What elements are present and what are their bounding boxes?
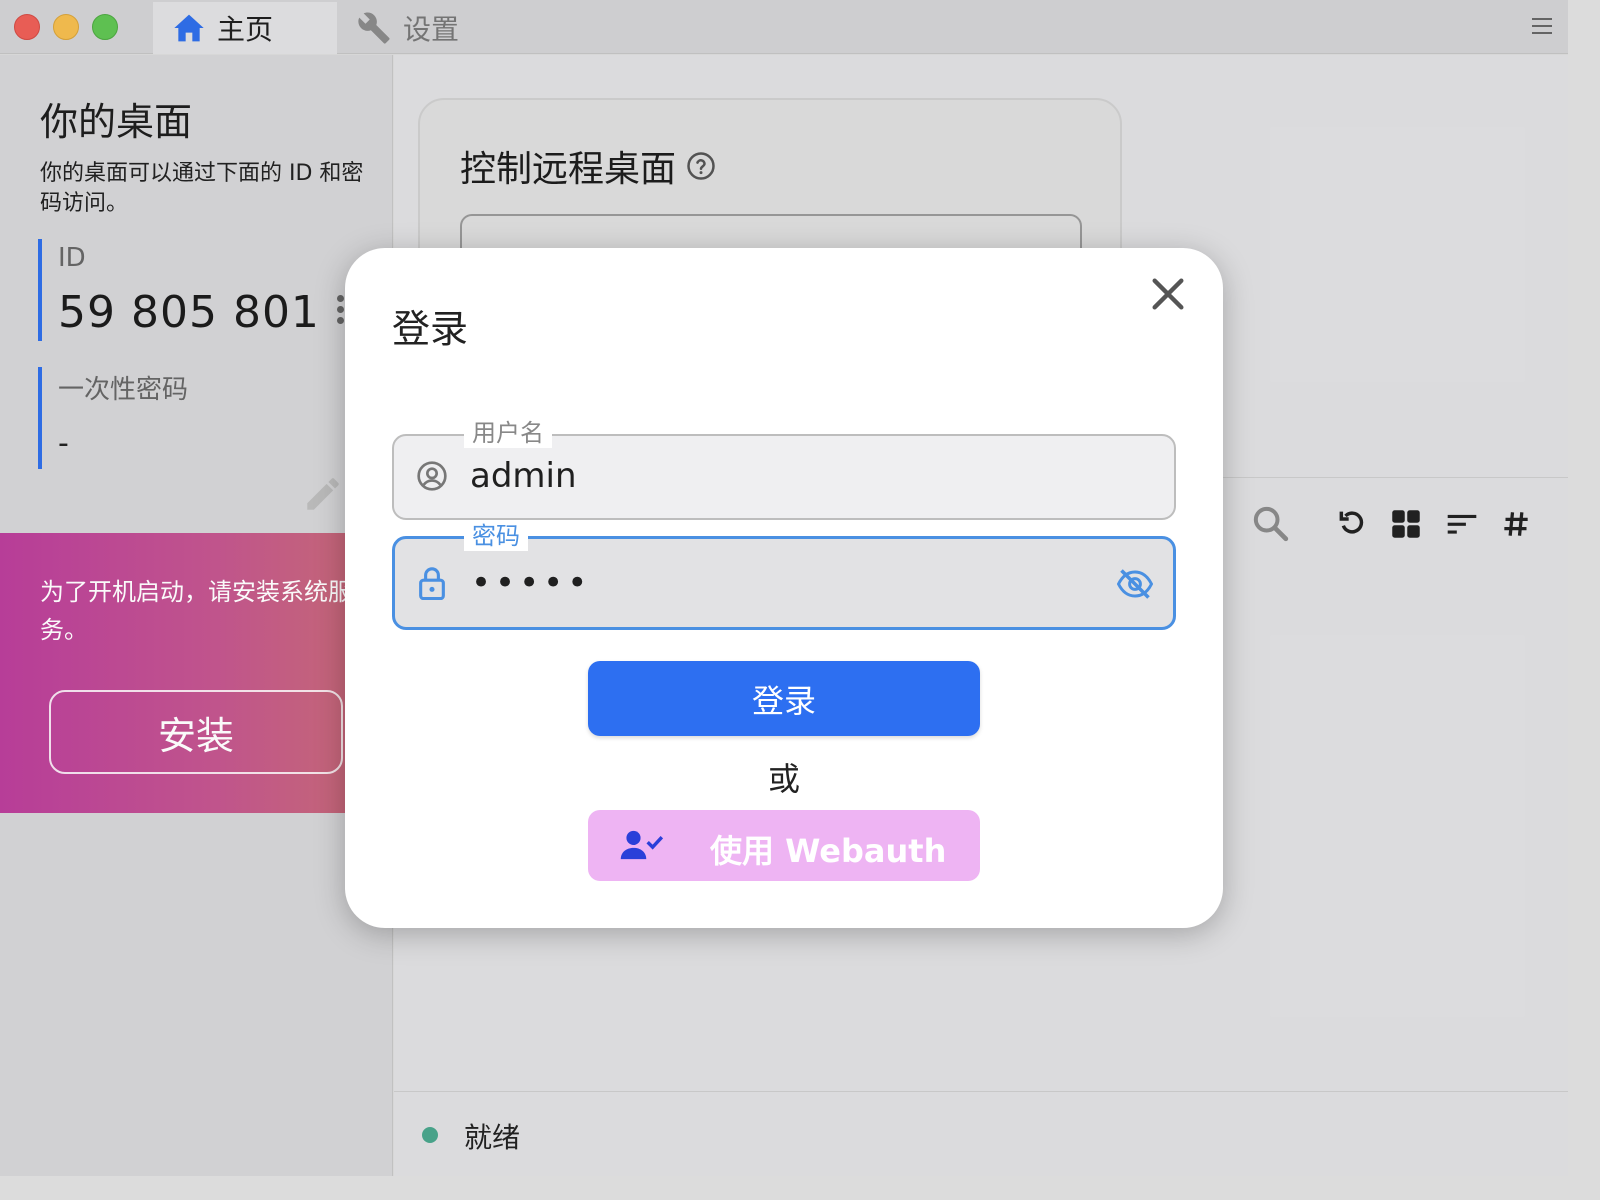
dialog-title: 登录 bbox=[392, 307, 469, 351]
visibility-off-icon[interactable] bbox=[1117, 569, 1153, 599]
password-field[interactable]: 密码 ••••• bbox=[392, 521, 1176, 630]
person-check-icon bbox=[620, 830, 664, 860]
username-value: admin bbox=[470, 456, 577, 496]
password-label: 密码 bbox=[464, 521, 528, 551]
webauth-button-label: 使用 Webauth bbox=[710, 832, 947, 870]
lock-icon bbox=[419, 567, 445, 600]
login-dialog: 登录 用户名 admin 密码 ••••• 登录 或 使用 Webauth bbox=[345, 248, 1223, 928]
or-separator: 或 bbox=[767, 760, 800, 798]
username-label: 用户名 bbox=[464, 418, 552, 448]
close-icon[interactable] bbox=[1148, 274, 1188, 314]
login-button[interactable]: 登录 bbox=[588, 661, 980, 736]
username-field[interactable]: 用户名 admin bbox=[392, 418, 1176, 520]
account-circle-icon bbox=[417, 461, 447, 491]
webauth-button[interactable]: 使用 Webauth bbox=[588, 810, 980, 881]
password-value: ••••• bbox=[471, 563, 592, 603]
